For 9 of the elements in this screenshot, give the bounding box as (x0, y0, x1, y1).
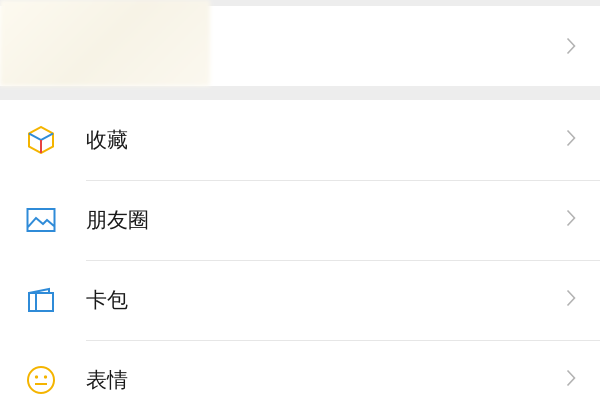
cube-icon (26, 125, 56, 155)
chevron-icon (566, 37, 576, 55)
image-icon (26, 207, 56, 233)
chevron-icon (566, 288, 576, 306)
chevron-icon (566, 368, 576, 386)
chevron-icon (566, 128, 576, 146)
card-icon (27, 287, 55, 313)
chevron-icon (566, 208, 576, 226)
smiley-icon (26, 365, 56, 395)
